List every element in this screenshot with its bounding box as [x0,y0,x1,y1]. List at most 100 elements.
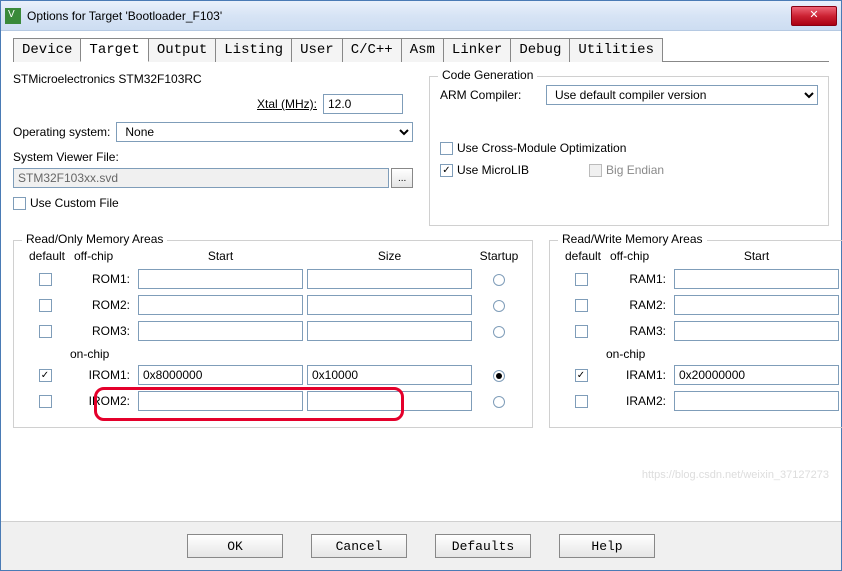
ram1-start[interactable] [674,269,839,289]
rom2-row: ROM2: [24,295,522,315]
rom1-row: ROM1: [24,269,522,289]
col-size: Size [307,249,472,263]
iram2-label: IRAM2: [610,394,670,408]
ram2-row: RAM2: [560,295,842,315]
ram3-start[interactable] [674,321,839,341]
client-area: Device Target Output Listing User C/C++ … [1,31,841,521]
cross-module-label: Use Cross-Module Optimization [457,141,626,155]
rom3-startup[interactable] [493,326,505,338]
tab-target[interactable]: Target [80,38,148,62]
tab-device[interactable]: Device [13,38,81,62]
col-default-rw: default [560,249,606,263]
irom2-label: IROM2: [74,394,134,408]
iram1-default[interactable] [575,369,588,382]
irom2-default[interactable] [39,395,52,408]
dialog-buttons: OK Cancel Defaults Help [1,521,841,570]
ram2-label: RAM2: [610,298,670,312]
big-endian-checkbox [589,164,602,177]
col-startup: Startup [476,249,522,263]
arm-compiler-label: ARM Compiler: [440,88,540,102]
rom2-size[interactable] [307,295,472,315]
rom3-default[interactable] [39,325,52,338]
tab-user[interactable]: User [291,38,343,62]
microlib-checkbox[interactable] [440,164,453,177]
irom1-row: IROM1: [24,365,522,385]
ram3-row: RAM3: [560,321,842,341]
codegen-legend: Code Generation [438,68,537,82]
iram1-start[interactable] [674,365,839,385]
big-endian-label: Big Endian [606,163,664,177]
ram2-start[interactable] [674,295,839,315]
arm-compiler-select[interactable]: Use default compiler version [546,85,818,105]
tab-debug[interactable]: Debug [510,38,570,62]
svf-input [13,168,389,188]
col-offchip-rw: off-chip [610,249,670,263]
irom1-startup[interactable] [493,370,505,382]
irom2-startup[interactable] [493,396,505,408]
cross-module-checkbox[interactable] [440,142,453,155]
ram3-label: RAM3: [610,324,670,338]
readwrite-legend: Read/Write Memory Areas [558,232,707,246]
defaults-button[interactable]: Defaults [435,534,531,558]
onchip-label-rw: on-chip [606,347,842,361]
irom1-label: IROM1: [74,368,134,382]
rom3-size[interactable] [307,321,472,341]
iram1-row: IRAM1: [560,365,842,385]
tab-listing[interactable]: Listing [215,38,292,62]
col-start: Start [138,249,303,263]
irom1-start[interactable] [138,365,303,385]
rom1-start[interactable] [138,269,303,289]
cancel-button[interactable]: Cancel [311,534,407,558]
iram1-label: IRAM1: [610,368,670,382]
xtal-label: Xtal (MHz): [257,97,317,111]
iram2-row: IRAM2: [560,391,842,411]
rom2-start[interactable] [138,295,303,315]
irom2-size[interactable] [307,391,472,411]
rom1-size[interactable] [307,269,472,289]
rom2-default[interactable] [39,299,52,312]
ram1-row: RAM1: [560,269,842,289]
readonly-group: Read/Only Memory Areas default off-chip … [13,240,533,428]
col-offchip: off-chip [74,249,134,263]
irom2-start[interactable] [138,391,303,411]
rom1-default[interactable] [39,273,52,286]
ok-button[interactable]: OK [187,534,283,558]
codegen-group: Code Generation ARM Compiler: Use defaul… [429,76,829,226]
iram2-start[interactable] [674,391,839,411]
os-select[interactable]: None [116,122,413,142]
rom1-startup[interactable] [493,274,505,286]
ram3-default[interactable] [575,325,588,338]
close-button[interactable]: ✕ [791,6,837,26]
os-label: Operating system: [13,125,110,139]
xtal-input[interactable] [323,94,403,114]
svf-browse[interactable]: ... [391,168,413,188]
irom1-default[interactable] [39,369,52,382]
ram1-default[interactable] [575,273,588,286]
readonly-legend: Read/Only Memory Areas [22,232,167,246]
rom2-label: ROM2: [74,298,134,312]
help-button[interactable]: Help [559,534,655,558]
tab-linker[interactable]: Linker [443,38,511,62]
custom-file-checkbox[interactable] [13,197,26,210]
irom1-size[interactable] [307,365,472,385]
irom2-row: IROM2: [24,391,522,411]
rom3-start[interactable] [138,321,303,341]
device-name: STMicroelectronics STM32F103RC [13,72,202,86]
col-start-rw: Start [674,249,839,263]
tab-output[interactable]: Output [148,38,216,62]
tab-utilities[interactable]: Utilities [569,38,663,62]
ram2-default[interactable] [575,299,588,312]
iram2-default[interactable] [575,395,588,408]
rom3-row: ROM3: [24,321,522,341]
watermark: https://blog.csdn.net/weixin_37127273 [642,469,829,481]
tab-strip: Device Target Output Listing User C/C++ … [13,37,829,62]
ram1-label: RAM1: [610,272,670,286]
titlebar: Options for Target 'Bootloader_F103' ✕ [1,1,841,31]
col-default: default [24,249,70,263]
tab-asm[interactable]: Asm [401,38,444,62]
rom2-startup[interactable] [493,300,505,312]
readwrite-group: Read/Write Memory Areas default off-chip… [549,240,842,428]
microlib-label: Use MicroLIB [457,163,529,177]
rom1-label: ROM1: [74,272,134,286]
tab-cpp[interactable]: C/C++ [342,38,402,62]
